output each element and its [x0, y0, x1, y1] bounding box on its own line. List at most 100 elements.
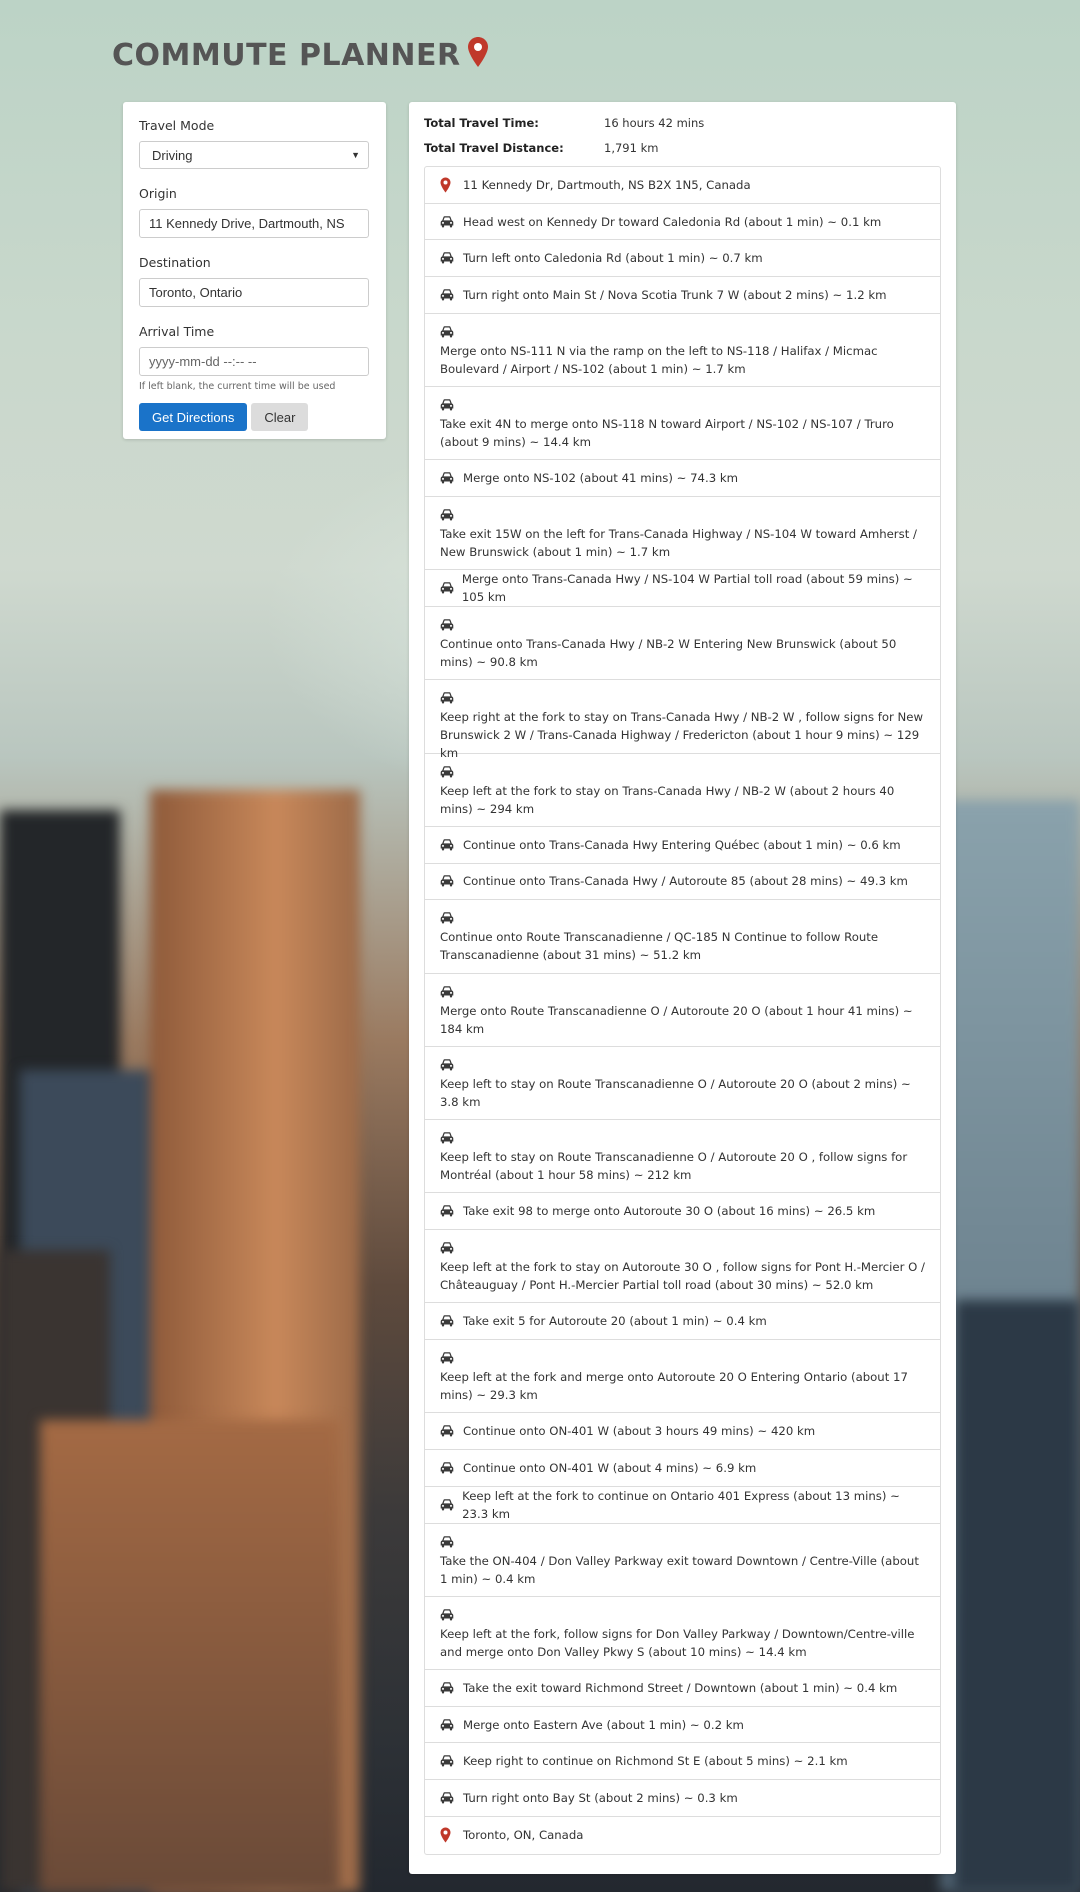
map-marker-icon: [440, 177, 456, 193]
direction-step: Merge onto Route Transcanadienne O / Aut…: [425, 974, 940, 1047]
arrival-time-help: If left blank, the current time will be …: [139, 381, 336, 392]
arrival-time-input[interactable]: yyyy-mm-dd --:-- --: [139, 347, 369, 376]
direction-step: Keep left at the fork and merge onto Aut…: [425, 1340, 940, 1414]
car-icon: [440, 1205, 456, 1217]
car-icon: [440, 507, 456, 523]
car-icon: [440, 1240, 456, 1256]
direction-step: Merge onto Eastern Ave (about 1 min) ~ 0…: [425, 1707, 940, 1744]
car-icon: [440, 1682, 456, 1694]
travel-distance-row: Total Travel Distance: 1,791 km: [424, 141, 941, 155]
clear-button[interactable]: Clear: [251, 403, 309, 431]
travel-time-value: 16 hours 42 mins: [604, 116, 705, 130]
chevron-down-icon: ▼: [351, 150, 360, 160]
travel-distance-label: Total Travel Distance:: [424, 141, 564, 155]
travel-mode-value: Driving: [152, 147, 193, 163]
direction-step: Continue onto Trans-Canada Hwy / NB-2 W …: [425, 607, 940, 681]
direction-step: Keep left at the fork to continue on Ont…: [425, 1487, 940, 1524]
direction-step: Keep right to continue on Richmond St E …: [425, 1743, 940, 1781]
direction-step: Take exit 15W on the left for Trans-Cana…: [425, 497, 940, 571]
background-building: [40, 1420, 340, 1892]
direction-step: Turn right onto Main St / Nova Scotia Tr…: [425, 277, 940, 314]
car-icon: [440, 617, 456, 633]
car-icon: [440, 215, 456, 228]
direction-step: Keep left to stay on Route Transcanadien…: [425, 1047, 940, 1121]
direction-step: Keep right at the fork to stay on Trans-…: [425, 680, 940, 760]
travel-mode-label: Travel Mode: [139, 118, 215, 133]
direction-step: Keep left at the fork to stay on Trans-C…: [425, 754, 940, 827]
car-icon: [440, 1607, 456, 1623]
direction-step-text: Keep left to stay on Route Transcanadien…: [440, 1150, 908, 1183]
directions-result: Total Travel Time: 16 hours 42 mins Tota…: [409, 102, 956, 1874]
direction-step-text: Continue onto ON-401 W (about 3 hours 49…: [463, 1424, 816, 1439]
page-title: COMMUTE PLANNER: [112, 37, 489, 76]
direction-step-text: Continue onto Trans-Canada Hwy Entering …: [463, 837, 901, 852]
car-icon: [440, 1498, 455, 1511]
direction-step-text: Continue onto ON-401 W (about 4 mins) ~ …: [463, 1460, 757, 1475]
direction-step-text: Keep left to stay on Route Transcanadien…: [440, 1076, 911, 1109]
map-marker-icon: [440, 1827, 456, 1843]
direction-step: Keep left at the fork to stay on Autorou…: [425, 1230, 940, 1304]
travel-mode-select[interactable]: Driving ▼: [139, 141, 369, 169]
car-icon: [440, 1315, 456, 1327]
directions-steps-list: 11 Kennedy Dr, Dartmouth, NS B2X 1N5, Ca…: [424, 166, 941, 1855]
car-icon: [440, 1755, 456, 1767]
direction-step-text: 11 Kennedy Dr, Dartmouth, NS B2X 1N5, Ca…: [463, 177, 751, 192]
direction-step: Head west on Kennedy Dr toward Caledonia…: [425, 204, 940, 241]
direction-step: Merge onto NS-111 N via the ramp on the …: [425, 314, 940, 388]
car-icon: [440, 1425, 456, 1437]
car-icon: [440, 1057, 456, 1073]
direction-step-text: Continue onto Trans-Canada Hwy / NB-2 W …: [440, 637, 897, 670]
car-icon: [440, 1534, 456, 1550]
car-icon: [440, 1130, 456, 1146]
direction-step-text: Take exit 4N to merge onto NS-118 N towa…: [440, 417, 894, 450]
direction-step: Turn right onto Bay St (about 2 mins) ~ …: [425, 1780, 940, 1817]
direction-step-text: Take the exit toward Richmond Street / D…: [463, 1680, 898, 1695]
car-icon: [440, 324, 456, 340]
direction-step-text: Keep left at the fork, follow signs for …: [440, 1626, 915, 1659]
direction-step-text: Merge onto NS-111 N via the ramp on the …: [440, 343, 878, 376]
car-icon: [440, 1718, 456, 1731]
car-icon: [440, 910, 456, 926]
origin-input[interactable]: 11 Kennedy Drive, Dartmouth, NS: [139, 209, 369, 238]
direction-step-text: Take exit 98 to merge onto Autoroute 30 …: [463, 1204, 876, 1219]
directions-form: Travel Mode Driving ▼ Origin 11 Kennedy …: [123, 102, 386, 439]
direction-step-text: Merge onto Trans-Canada Hwy / NS-104 W P…: [461, 572, 913, 605]
direction-step-text: Take exit 5 for Autoroute 20 (about 1 mi…: [463, 1314, 767, 1329]
direction-step-text: Take exit 15W on the left for Trans-Cana…: [440, 527, 917, 560]
travel-time-row: Total Travel Time: 16 hours 42 mins: [424, 116, 941, 130]
direction-step-text: Merge onto Eastern Ave (about 1 min) ~ 0…: [463, 1717, 744, 1732]
direction-step: Take exit 98 to merge onto Autoroute 30 …: [425, 1193, 940, 1231]
direction-step: Take the ON-404 / Don Valley Parkway exi…: [425, 1524, 940, 1597]
direction-step: Merge onto Trans-Canada Hwy / NS-104 W P…: [425, 570, 940, 608]
car-icon: [440, 690, 456, 706]
direction-step: Continue onto Trans-Canada Hwy / Autorou…: [425, 864, 940, 901]
destination-input[interactable]: Toronto, Ontario: [139, 278, 369, 307]
direction-step-text: Keep left at the fork to stay on Trans-C…: [440, 783, 895, 816]
direction-step-text: Keep right to continue on Richmond St E …: [463, 1754, 848, 1769]
direction-step-text: Take the ON-404 / Don Valley Parkway exi…: [440, 1553, 919, 1586]
travel-distance-value: 1,791 km: [604, 141, 659, 155]
car-icon: [440, 472, 456, 484]
direction-step-text: Keep left at the fork to continue on Ont…: [462, 1488, 900, 1521]
direction-step: Take exit 5 for Autoroute 20 (about 1 mi…: [425, 1303, 940, 1341]
background-building: [955, 1300, 1080, 1892]
car-icon: [440, 252, 456, 264]
direction-step: Take the exit toward Richmond Street / D…: [425, 1670, 940, 1707]
destination-label: Destination: [139, 255, 211, 270]
car-icon: [440, 764, 456, 780]
direction-step-text: Head west on Kennedy Dr toward Caledonia…: [463, 214, 882, 229]
direction-step: Continue onto Route Transcanadienne / QC…: [425, 900, 940, 974]
arrival-time-label: Arrival Time: [139, 324, 215, 339]
origin-label: Origin: [139, 186, 177, 201]
get-directions-button[interactable]: Get Directions: [139, 403, 248, 431]
car-icon: [440, 289, 456, 301]
direction-step-text: Merge onto NS-102 (about 41 mins) ~ 74.3…: [463, 471, 738, 486]
car-icon: [440, 984, 456, 1000]
direction-step: 11 Kennedy Dr, Dartmouth, NS B2X 1N5, Ca…: [425, 167, 940, 204]
car-icon: [440, 875, 456, 887]
car-icon: [440, 1350, 456, 1366]
direction-step: Keep left at the fork, follow signs for …: [425, 1597, 940, 1671]
direction-step-text: Continue onto Route Transcanadienne / QC…: [440, 930, 879, 963]
direction-step-text: Turn left onto Caledonia Rd (about 1 min…: [463, 251, 763, 266]
direction-step-text: Toronto, ON, Canada: [463, 1828, 584, 1843]
